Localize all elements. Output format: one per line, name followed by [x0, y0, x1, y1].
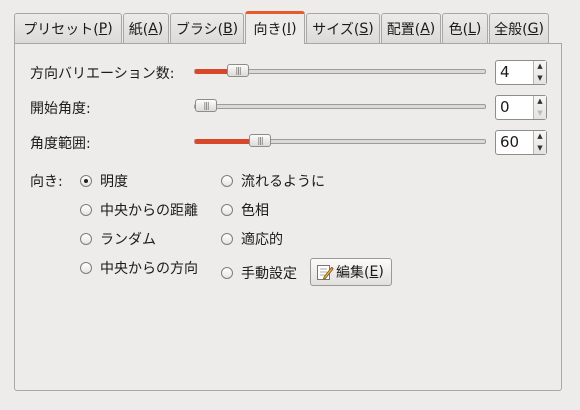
- radio-hue[interactable]: 色相: [221, 200, 269, 220]
- variations-spinbox[interactable]: 4 ▲ ▼: [495, 60, 547, 85]
- spin-up-icon[interactable]: ▲: [534, 131, 546, 143]
- spin-down-icon[interactable]: ▼: [534, 73, 546, 85]
- radio-random-label: ランダム: [100, 232, 156, 248]
- radio-indicator[interactable]: [80, 233, 92, 245]
- spin-down-icon[interactable]: ▼: [534, 108, 546, 120]
- radio-indicator[interactable]: [221, 175, 233, 187]
- edit-button-close-paren: ): [378, 264, 384, 280]
- radio-direction-from-center[interactable]: 中央からの方向: [80, 258, 198, 278]
- angle-span-slider[interactable]: |||: [194, 134, 486, 147]
- radio-indicator[interactable]: [80, 204, 92, 216]
- radio-indicator[interactable]: [80, 175, 92, 187]
- radio-adaptive[interactable]: 適応的: [221, 229, 283, 249]
- radio-distance-from-center[interactable]: 中央からの距離: [80, 200, 198, 220]
- spin-up-icon[interactable]: ▲: [534, 96, 546, 108]
- radio-manual-label: 手動設定: [241, 266, 297, 282]
- start-angle-spin-buttons: ▲ ▼: [533, 96, 546, 119]
- panel-content: 方向バリエーション数: ||| 4 ▲ ▼ 開始角度: ||| 0 ▲ ▼ 角度…: [0, 0, 580, 410]
- orientation-label: 向き:: [30, 174, 63, 190]
- angle-span-value[interactable]: 60: [496, 131, 533, 154]
- edit-button[interactable]: 編集(E): [310, 258, 392, 286]
- radio-indicator[interactable]: [80, 262, 92, 274]
- angle-span-spin-buttons: ▲ ▼: [533, 131, 546, 154]
- orientation-dialog: プリセット(P) 紙(A) ブラシ(B) 向き(I) サイズ(S) 配置(A) …: [0, 0, 580, 410]
- variations-slider[interactable]: |||: [194, 64, 486, 77]
- angle-span-label: 角度範囲:: [30, 136, 91, 152]
- variations-spin-buttons: ▲ ▼: [533, 61, 546, 84]
- radio-indicator[interactable]: [221, 233, 233, 245]
- variations-label: 方向バリエーション数:: [30, 66, 175, 82]
- radio-indicator[interactable]: [221, 267, 233, 279]
- angle-span-spinbox[interactable]: 60 ▲ ▼: [495, 130, 547, 155]
- variations-value[interactable]: 4: [496, 61, 533, 84]
- start-angle-label: 開始角度:: [30, 101, 91, 117]
- edit-button-mnemonic: E: [369, 264, 379, 280]
- edit-pencil-icon: [317, 265, 334, 280]
- radio-brightness-label: 明度: [100, 174, 128, 190]
- variations-slider-thumb[interactable]: |||: [227, 64, 249, 77]
- radio-hue-label: 色相: [241, 203, 269, 219]
- radio-flowing[interactable]: 流れるように: [221, 171, 325, 191]
- angle-span-slider-thumb[interactable]: |||: [249, 134, 271, 147]
- start-angle-value[interactable]: 0: [496, 96, 533, 119]
- radio-manual[interactable]: 手動設定: [221, 263, 297, 283]
- radio-adaptive-label: 適応的: [241, 232, 283, 248]
- radio-indicator[interactable]: [221, 204, 233, 216]
- start-angle-slider[interactable]: |||: [194, 99, 486, 112]
- radio-distance-from-center-label: 中央からの距離: [100, 203, 198, 219]
- edit-button-label: 編集(: [336, 265, 370, 281]
- radio-random[interactable]: ランダム: [80, 229, 156, 249]
- radio-flowing-label: 流れるように: [241, 174, 325, 190]
- spin-up-icon[interactable]: ▲: [534, 61, 546, 73]
- start-angle-spinbox[interactable]: 0 ▲ ▼: [495, 95, 547, 120]
- radio-direction-from-center-label: 中央からの方向: [100, 261, 198, 277]
- start-angle-slider-thumb[interactable]: |||: [195, 99, 217, 112]
- spin-down-icon[interactable]: ▼: [534, 143, 546, 155]
- radio-brightness[interactable]: 明度: [80, 171, 128, 191]
